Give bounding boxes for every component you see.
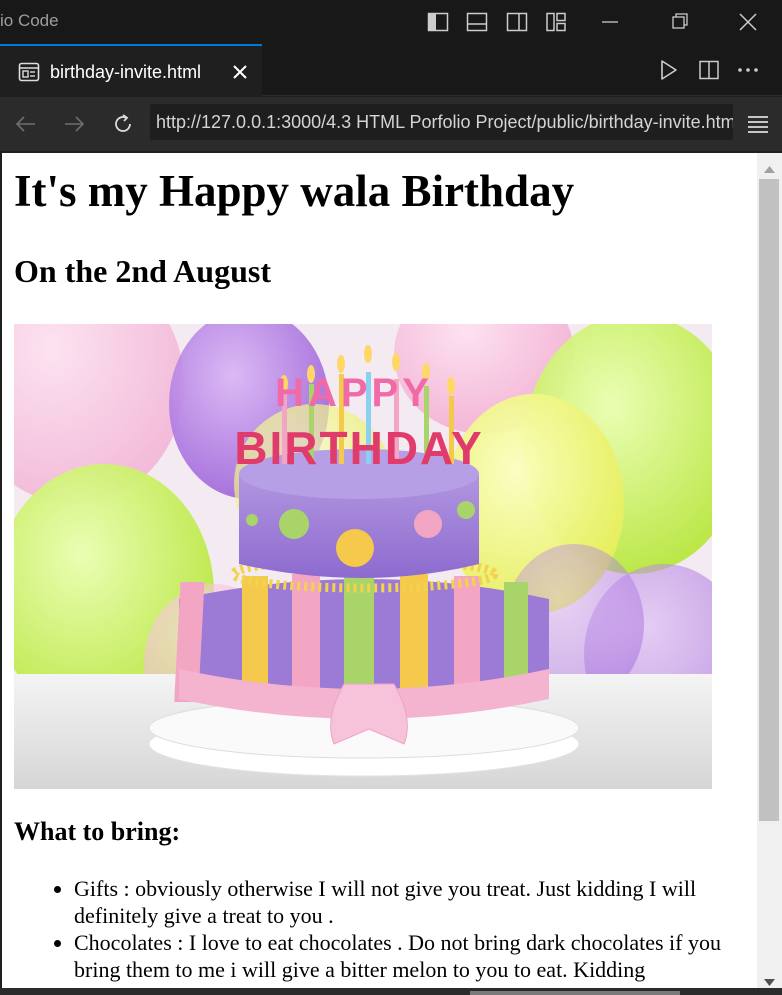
scroll-thumb[interactable] (759, 179, 779, 821)
scroll-down-arrow-icon[interactable] (763, 975, 776, 986)
url-input[interactable]: http://127.0.0.1:3000/4.3 HTML Porfolio … (150, 104, 733, 140)
toggle-panel-icon[interactable] (465, 10, 489, 34)
vertical-scrollbar[interactable] (757, 153, 782, 988)
cake-happy-text: HAPPY (275, 371, 433, 415)
menu-icon[interactable] (745, 111, 771, 137)
toggle-primary-sidebar-icon[interactable] (426, 10, 450, 34)
split-editor-icon[interactable] (697, 58, 721, 82)
birthday-cake-image: HAPPY BIRTHDAY (14, 324, 712, 789)
forward-arrow-icon[interactable] (61, 111, 87, 137)
customize-layout-icon[interactable] (544, 10, 568, 34)
browser-toolbar: http://127.0.0.1:3000/4.3 HTML Porfolio … (0, 97, 782, 151)
page-heading: It's my Happy wala Birthday (14, 166, 575, 216)
close-tab-icon[interactable] (230, 62, 250, 82)
page-viewport: It's my Happy wala Birthday On the 2nd A… (2, 153, 757, 988)
bring-list: Gifts : obviously otherwise I will not g… (74, 875, 744, 983)
list-item: Gifts : obviously otherwise I will not g… (74, 875, 744, 929)
preview-file-icon (18, 62, 40, 82)
list-item: Chocolates : I love to eat chocolates . … (74, 929, 744, 983)
toggle-secondary-sidebar-icon[interactable] (505, 10, 529, 34)
reload-icon[interactable] (110, 111, 136, 137)
tab-birthday-invite[interactable]: birthday-invite.html (0, 44, 262, 96)
tab-label: birthday-invite.html (50, 62, 202, 82)
close-window-icon[interactable] (734, 8, 762, 36)
app-title: io Code (0, 11, 59, 30)
scroll-up-arrow-icon[interactable] (763, 161, 776, 173)
page-subheading: On the 2nd August (14, 253, 271, 289)
cake-birthday-text: BIRTHDAY (234, 422, 483, 474)
editor-tab-strip: birthday-invite.html (0, 44, 782, 96)
more-actions-icon[interactable] (736, 58, 760, 82)
restore-icon[interactable] (666, 8, 694, 36)
what-to-bring-heading: What to bring: (14, 817, 181, 846)
minimize-icon[interactable] (596, 8, 624, 36)
back-arrow-icon[interactable] (13, 111, 39, 137)
title-bar: io Code (0, 0, 782, 44)
url-text: http://127.0.0.1:3000/4.3 HTML Porfolio … (156, 112, 733, 132)
run-icon[interactable] (656, 58, 680, 82)
horizontal-scroll-thumb[interactable] (470, 991, 680, 995)
